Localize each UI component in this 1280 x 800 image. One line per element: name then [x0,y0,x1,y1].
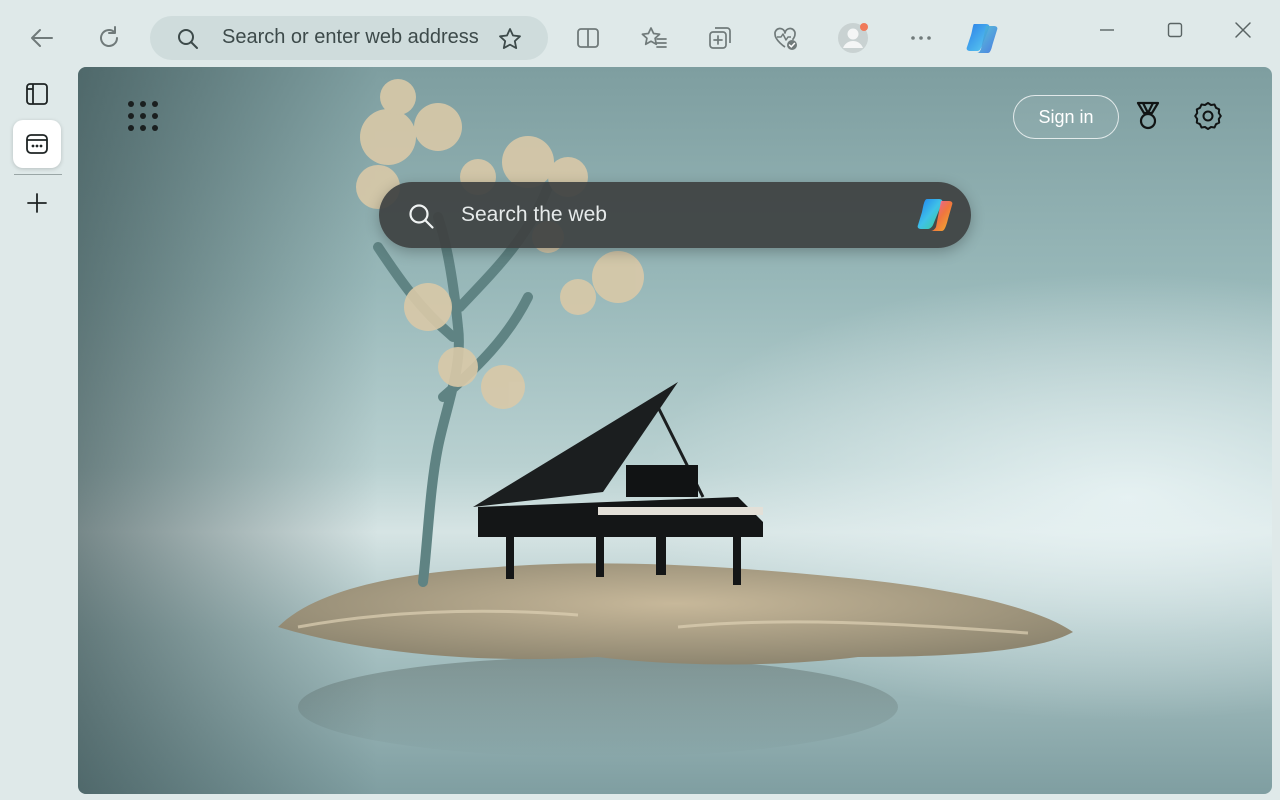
address-bar[interactable]: Search or enter web address [150,16,548,60]
browser-toolbar: Search or enter web address [0,0,1280,68]
new-tab-page: Sign in Search the web [78,67,1272,794]
tab-new-tab[interactable] [13,120,61,168]
sign-in-button[interactable]: Sign in [1013,95,1119,139]
split-screen-button[interactable] [568,18,608,58]
arrow-left-icon [31,29,53,47]
collections-icon [709,27,731,49]
plus-icon [27,193,47,213]
settings-button[interactable] [1189,97,1227,135]
water-reflection [298,657,898,757]
rewards-button[interactable] [1129,97,1167,135]
search-input[interactable]: Search the web [461,203,607,227]
background-image [278,79,1073,757]
browser-essentials-icon [774,27,797,50]
minimize-button[interactable] [1084,12,1130,48]
sidebar-divider [14,174,62,175]
back-button[interactable] [22,18,62,58]
rewards-icon [1136,101,1160,130]
maximize-icon [1167,22,1183,38]
maximize-button[interactable] [1152,12,1198,48]
notification-dot [860,23,868,31]
vertical-tabs-sidebar [0,68,76,800]
minimize-icon [1100,29,1114,31]
search-icon [178,29,198,49]
apps-launcher-button[interactable] [128,101,158,131]
favorites-button[interactable] [634,18,674,58]
gear-icon [1194,102,1222,130]
more-options-icon [911,36,931,40]
copilot-icon [966,24,998,53]
grand-piano [473,382,763,585]
profile-avatar-icon [838,23,868,53]
star-icon[interactable] [497,26,523,52]
address-input[interactable]: Search or enter web address [222,26,484,49]
collections-button[interactable] [700,18,740,58]
refresh-icon [100,26,118,47]
close-icon [1235,22,1251,38]
browser-essentials-button[interactable] [765,18,805,58]
close-button[interactable] [1220,12,1266,48]
favorites-icon [641,27,667,48]
web-search-box[interactable]: Search the web [379,182,971,248]
search-icon [409,204,434,229]
copilot-icon[interactable] [913,193,959,237]
copilot-button[interactable] [962,18,1002,58]
profile-button[interactable] [833,18,873,58]
tab-actions-button[interactable] [13,70,61,118]
new-tab-button[interactable] [13,179,61,227]
split-screen-icon [577,28,599,48]
tab-actions-icon [26,83,48,105]
tab-icon [26,134,48,154]
more-options-button[interactable] [901,18,941,58]
refresh-button[interactable] [89,18,129,58]
